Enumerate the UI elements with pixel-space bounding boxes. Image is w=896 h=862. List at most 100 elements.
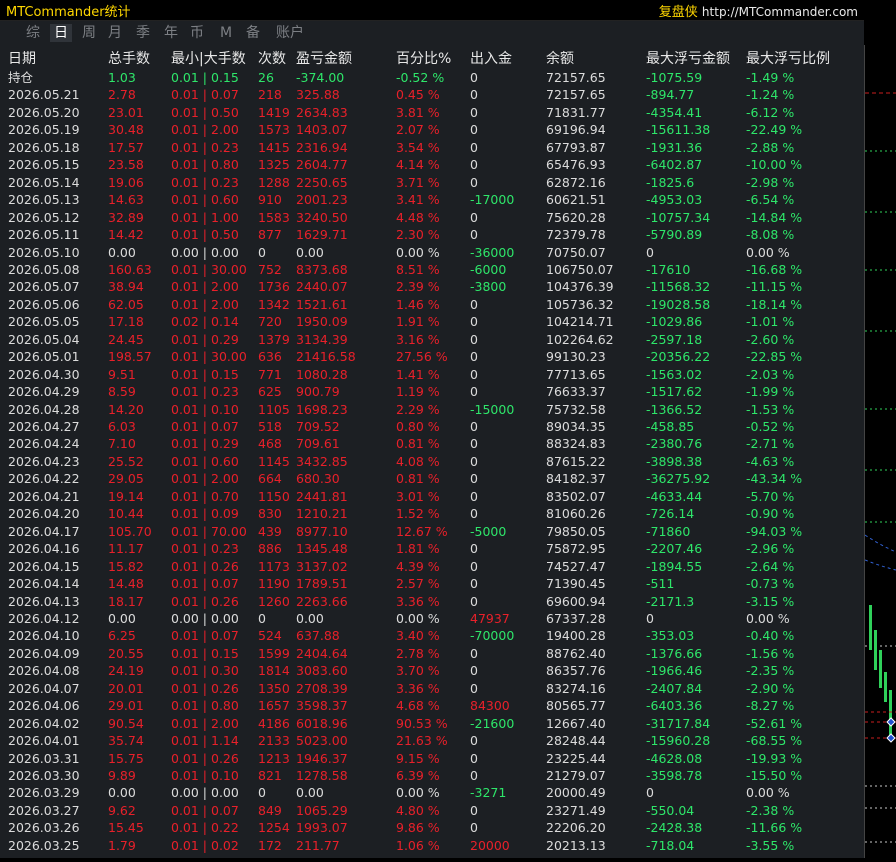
- cell-5: 3.81 %: [396, 104, 440, 120]
- table-row[interactable]: 2026.03.29 0.00 0.00 | 0.00 0 0.00 0.00 % -327…: [0, 784, 864, 801]
- column-header[interactable]: 余额: [546, 51, 574, 68]
- table-row[interactable]: 2026.05.12 32.89 0.01 | 1.00 1583 3240.50 4.4…: [0, 209, 864, 226]
- table-row[interactable]: 2026.05.19 30.48 0.01 | 2.00 1573 1403.07 2.0…: [0, 121, 864, 138]
- tab-1[interactable]: 日: [50, 24, 72, 42]
- cell-3: 771: [258, 366, 282, 382]
- column-header[interactable]: 最大浮亏金额: [646, 51, 730, 68]
- column-header[interactable]: 日期: [8, 51, 36, 68]
- table-row[interactable]: 2026.04.07 20.01 0.01 | 0.26 1350 2708.39 3.3…: [0, 680, 864, 697]
- column-header[interactable]: 最小|大手数: [171, 51, 246, 68]
- table-row[interactable]: 2026.05.04 24.45 0.01 | 0.29 1379 3134.39 3.1…: [0, 331, 864, 348]
- cell-8: -894.77: [646, 87, 695, 103]
- cell-9: -19.93 %: [746, 750, 803, 766]
- cell-9: -2.98 %: [746, 174, 795, 190]
- table-row[interactable]: 2026.05.13 14.63 0.01 | 0.60 910 2001.23 3.41…: [0, 191, 864, 208]
- column-header[interactable]: 盈亏金额: [296, 51, 352, 68]
- table-row[interactable]: 2026.05.20 23.01 0.01 | 0.50 1419 2634.83 3.8…: [0, 104, 864, 121]
- table-row[interactable]: 2026.03.31 15.75 0.01 | 0.26 1213 1946.37 9.1…: [0, 750, 864, 767]
- cell-0: 2026.05.12: [8, 209, 80, 225]
- chart-strip-graphic: [864, 92, 896, 843]
- table-row[interactable]: 2026.03.26 15.45 0.01 | 0.22 1254 1993.07 9.8…: [0, 819, 864, 836]
- tab-5[interactable]: 年: [160, 24, 182, 42]
- table-row[interactable]: 2026.04.20 10.44 0.01 | 0.09 830 1210.21 1.52…: [0, 505, 864, 522]
- table-row[interactable]: 2026.03.27 9.62 0.01 | 0.07 849 1065.29 4.80 …: [0, 802, 864, 819]
- tab-3[interactable]: 月: [104, 24, 126, 42]
- table-row[interactable]: 2026.04.22 29.05 0.01 | 2.00 664 680.30 0.81 …: [0, 470, 864, 487]
- brand-url[interactable]: http://MTCommander.com: [702, 5, 858, 19]
- column-header[interactable]: 最大浮亏比例: [746, 51, 830, 68]
- table-row[interactable]: 2026.04.29 8.59 0.01 | 0.23 625 900.79 1.19 %…: [0, 383, 864, 400]
- table-row[interactable]: 2026.05.18 17.57 0.01 | 0.23 1415 2316.94 3.5…: [0, 139, 864, 156]
- cell-4: 3137.02: [296, 558, 348, 574]
- table-row[interactable]: 2026.05.06 62.05 0.01 | 2.00 1342 1521.61 1.4…: [0, 296, 864, 313]
- table-row[interactable]: 2026.05.10 0.00 0.00 | 0.00 0 0.00 0.00 % -360…: [0, 244, 864, 261]
- cell-3: 1583: [258, 209, 290, 225]
- table-row[interactable]: 2026.04.12 0.00 0.00 | 0.00 0 0.00 0.00 % 4793…: [0, 610, 864, 627]
- tab-9[interactable]: 账户: [272, 24, 308, 42]
- table-row[interactable]: 2026.04.08 24.19 0.01 | 0.30 1814 3083.60 3.7…: [0, 662, 864, 679]
- table-row[interactable]: 2026.05.14 19.06 0.01 | 0.23 1288 2250.65 3.7…: [0, 174, 864, 191]
- cell-9: -1.49 %: [746, 70, 795, 85]
- cell-6: -15000: [470, 401, 515, 417]
- column-header[interactable]: 出入金: [470, 51, 512, 68]
- table-row[interactable]: 2026.05.01 198.57 0.01 | 30.00 636 21416.58 2…: [0, 348, 864, 365]
- cell-4: 8373.68: [296, 261, 348, 277]
- table-row[interactable]: 2026.03.30 9.89 0.01 | 0.10 821 1278.58 6.39 …: [0, 767, 864, 784]
- cell-9: -6.54 %: [746, 192, 795, 208]
- table-row[interactable]: 2026.04.23 25.52 0.01 | 0.60 1145 3432.85 4.0…: [0, 453, 864, 470]
- cell-0: 2026.04.09: [8, 645, 80, 661]
- table-row[interactable]: 2026.03.25 1.79 0.01 | 0.02 172 211.77 1.06 %…: [0, 837, 864, 854]
- cell-4: 325.88: [296, 87, 340, 103]
- table-row[interactable]: 2026.04.28 14.20 0.01 | 0.10 1105 1698.23 2.2…: [0, 401, 864, 418]
- cell-1: 14.42: [108, 227, 144, 243]
- table-row[interactable]: 2026.04.01 35.74 0.01 | 1.14 2133 5023.00 21.…: [0, 732, 864, 749]
- tab-2[interactable]: 周: [78, 24, 100, 42]
- table-row[interactable]: 2026.05.11 14.42 0.01 | 0.50 877 1629.71 2.30…: [0, 226, 864, 243]
- tab-4[interactable]: 季: [132, 24, 154, 42]
- column-header[interactable]: 总手数: [108, 51, 150, 68]
- table-row[interactable]: 2026.04.14 14.48 0.01 | 0.07 1190 1789.51 2.5…: [0, 575, 864, 592]
- table-row[interactable]: 2026.04.21 19.14 0.01 | 0.70 1150 2441.81 3.0…: [0, 488, 864, 505]
- cell-7: 65476.93: [546, 157, 606, 173]
- table-row[interactable]: 2026.04.17 105.70 0.01 | 70.00 439 8977.10 12…: [0, 523, 864, 540]
- table-row[interactable]: 2026.04.16 11.17 0.01 | 0.23 886 1345.48 1.81…: [0, 540, 864, 557]
- table-row[interactable]: 2026.04.13 18.17 0.01 | 0.26 1260 2263.66 3.3…: [0, 593, 864, 610]
- cell-7: 12667.40: [546, 715, 606, 731]
- table-row[interactable]: 2026.05.15 23.58 0.01 | 0.80 1325 2604.77 4.1…: [0, 156, 864, 173]
- cell-1: 29.05: [108, 471, 144, 487]
- cell-9: -8.08 %: [746, 227, 795, 243]
- tab-7[interactable]: M: [216, 24, 236, 42]
- column-header[interactable]: 次数: [258, 51, 286, 68]
- cell-7: 88762.40: [546, 645, 606, 661]
- table-row[interactable]: 2026.04.06 29.01 0.01 | 0.80 1657 3598.37 4.6…: [0, 697, 864, 714]
- cell-6: 0: [470, 663, 478, 679]
- table-row[interactable]: 持仓 1.03 0.01 | 0.15 26 -374.00 -0.52 % 0 72157.…: [0, 69, 864, 86]
- cell-7: 72157.65: [546, 70, 606, 85]
- tab-8[interactable]: 备: [242, 24, 264, 42]
- table-row[interactable]: 2026.04.09 20.55 0.01 | 0.15 1599 2404.64 2.7…: [0, 645, 864, 662]
- table-row[interactable]: 2026.04.27 6.03 0.01 | 0.07 518 709.52 0.80 %…: [0, 418, 864, 435]
- tab-0[interactable]: 综: [22, 24, 44, 42]
- brand[interactable]: 复盘侠 http://MTCommander.com: [659, 1, 858, 20]
- table-row[interactable]: 2026.05.05 17.18 0.02 | 0.14 720 1950.09 1.91…: [0, 313, 864, 330]
- cell-1: 15.82: [108, 558, 144, 574]
- tab-6[interactable]: 币: [186, 24, 208, 42]
- table-row[interactable]: 2026.05.07 38.94 0.01 | 2.00 1736 2440.07 2.3…: [0, 278, 864, 295]
- table-row[interactable]: 2026.04.02 90.54 0.01 | 2.00 4186 6018.96 90.…: [0, 715, 864, 732]
- table-row[interactable]: 2026.04.15 15.82 0.01 | 0.26 1173 3137.02 4.3…: [0, 558, 864, 575]
- cell-7: 86357.76: [546, 663, 606, 679]
- cell-3: 1105: [258, 401, 290, 417]
- table-row[interactable]: 2026.04.30 9.51 0.01 | 0.15 771 1080.28 1.41 …: [0, 366, 864, 383]
- table-row[interactable]: 2026.05.21 2.78 0.01 | 0.07 218 325.88 0.45 %…: [0, 86, 864, 103]
- column-header[interactable]: 百分比%: [396, 51, 451, 68]
- cell-9: -3.15 %: [746, 593, 795, 609]
- cell-1: 90.54: [108, 715, 144, 731]
- table-row[interactable]: 2026.04.24 7.10 0.01 | 0.29 468 709.61 0.81 %…: [0, 435, 864, 452]
- table-row[interactable]: 2026.04.10 6.25 0.01 | 0.07 524 637.88 3.40 %…: [0, 627, 864, 644]
- table-row[interactable]: 2026.05.08 160.63 0.01 | 30.00 752 8373.68 8.…: [0, 261, 864, 278]
- cell-1: 35.74: [108, 733, 144, 749]
- cell-0: 2026.05.04: [8, 331, 80, 347]
- cell-9: -1.01 %: [746, 314, 795, 330]
- cell-3: 172: [258, 837, 282, 853]
- cell-9: -14.84 %: [746, 209, 803, 225]
